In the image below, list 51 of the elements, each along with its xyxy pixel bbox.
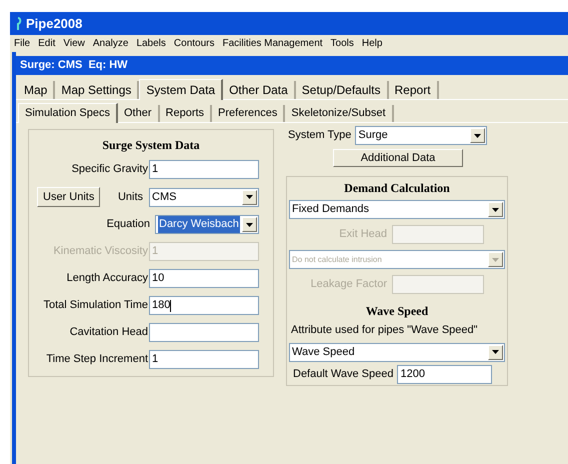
field-label: Default Wave Speed	[293, 366, 394, 382]
field-label: Time Step Increment	[46, 352, 148, 368]
menu-item[interactable]: Edit	[38, 36, 56, 51]
tab[interactable]: System Data	[139, 79, 224, 100]
field-label: Total Simulation Time	[43, 298, 148, 314]
dropdown[interactable]: Surge	[355, 126, 488, 145]
section-title: Wave Speed	[366, 303, 428, 320]
tab[interactable]: Preferences	[212, 104, 286, 122]
tab[interactable]: Skeletonize/Subset	[285, 104, 394, 122]
panel-title: Demand Calculation	[344, 180, 450, 197]
input-field[interactable]: 1	[149, 350, 259, 369]
panel-title: Surge System Data	[102, 137, 200, 154]
field-label: Exit Head	[339, 227, 387, 242]
menu-item[interactable]: Facilities Management	[222, 36, 323, 51]
menu-item[interactable]: Analyze	[92, 36, 128, 51]
user-units-button[interactable]: User Units	[37, 187, 100, 207]
input-field[interactable]: 1200	[397, 364, 492, 384]
window-title: Pipe2008	[26, 14, 82, 33]
field-label: Units	[118, 190, 143, 205]
field-label: Kinematic Viscosity	[53, 244, 148, 260]
input-field[interactable]: 180	[149, 296, 259, 315]
field-label: Specific Gravity	[72, 162, 148, 178]
tab[interactable]: Setup/Defaults	[296, 80, 389, 99]
dropdown[interactable]: Fixed Demands	[289, 200, 505, 219]
menu-item[interactable]: Tools	[330, 36, 354, 51]
input-field[interactable]: 1	[149, 160, 259, 179]
menu-item[interactable]: Labels	[136, 36, 166, 51]
menu-item[interactable]: Help	[362, 36, 382, 51]
field-label: Length Accuracy	[66, 271, 148, 286]
dropdown[interactable]: Darcy Weisbach	[155, 215, 259, 234]
document-title: Surge: CMS Eq: HW	[20, 58, 128, 74]
tab[interactable]: Map	[18, 80, 56, 99]
tab[interactable]: Reports	[160, 104, 212, 122]
tab[interactable]: Report	[388, 80, 439, 99]
input-field[interactable]: 10	[149, 269, 259, 288]
tab[interactable]: Simulation Specs	[18, 103, 118, 123]
field-label: Attribute used for pipes "Wave Speed"	[290, 323, 479, 338]
field-label: System Type	[288, 128, 352, 144]
field-label: Cavitation Head	[70, 325, 148, 340]
menu-item[interactable]: View	[63, 36, 85, 51]
tab[interactable]: Other	[118, 104, 160, 122]
input-field[interactable]	[149, 323, 259, 342]
app-icon	[14, 16, 22, 30]
menu-item[interactable]: Contours	[174, 36, 214, 51]
field-label: Leakage Factor	[310, 277, 387, 292]
additional-data-button[interactable]: Additional Data	[333, 149, 463, 167]
field-label: Equation	[106, 217, 150, 232]
dropdown[interactable]: CMS	[149, 188, 259, 206]
menu-item[interactable]: File	[14, 36, 30, 51]
dropdown[interactable]: Wave Speed	[289, 342, 505, 362]
tab[interactable]: Other Data	[223, 80, 296, 99]
